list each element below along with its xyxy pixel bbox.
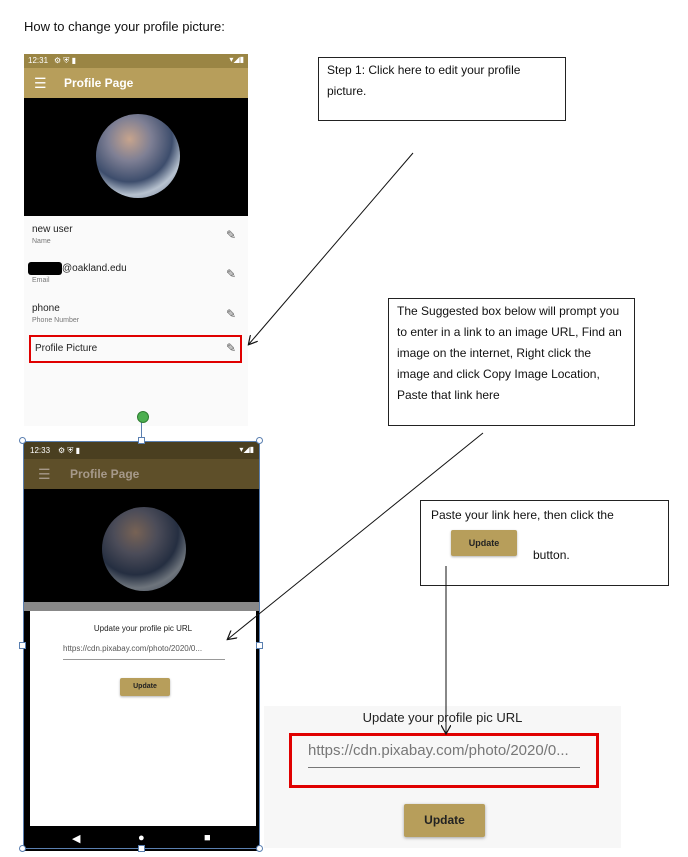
profile-header: [24, 489, 260, 602]
pencil-edit-icon[interactable]: ✎: [226, 267, 236, 281]
callout-step3: Paste your link here, then click the Upd…: [420, 500, 669, 586]
field-label: Phone Number: [32, 317, 80, 324]
callout-step3-text-end: button.: [533, 548, 570, 562]
resize-handle[interactable]: [19, 642, 26, 649]
profile-picture-label: Profile Picture: [35, 343, 98, 354]
field-value: new user: [32, 224, 73, 235]
pencil-edit-icon[interactable]: ✎: [226, 228, 236, 242]
pencil-edit-icon[interactable]: ✎: [226, 307, 236, 321]
url-input[interactable]: https://cdn.pixabay.com/photo/2020/0...: [63, 644, 225, 660]
update-url-sheet: Update your profile pic URL https://cdn.…: [30, 611, 256, 826]
status-icons: ⚙ ⛨ ▮: [54, 56, 77, 65]
callout-step1: Step 1: Click here to edit your profile …: [318, 57, 566, 121]
field-name: new user Name ✎: [32, 220, 242, 256]
resize-handle[interactable]: [138, 437, 145, 444]
status-time: 12:33: [30, 446, 51, 455]
signal-battery-icon: ▾◢▮: [229, 55, 244, 64]
status-time: 12:31: [28, 56, 49, 65]
status-icons: ⚙ ⛨ ▮: [58, 446, 81, 455]
resize-handle[interactable]: [256, 437, 263, 444]
resize-handle[interactable]: [256, 642, 263, 649]
profile-header: [24, 98, 248, 216]
document-title: How to change your profile picture:: [24, 19, 225, 34]
recent-apps-icon[interactable]: ■: [204, 832, 211, 844]
home-icon[interactable]: ●: [138, 832, 145, 844]
signal-battery-icon: ▾◢▮: [239, 445, 254, 454]
app-bar-title: Profile Page: [64, 76, 134, 90]
field-label: Name: [32, 238, 51, 245]
field-label: Email: [32, 277, 50, 284]
callout-step2: The Suggested box below will prompt you …: [388, 298, 635, 426]
redaction-bar: [28, 262, 62, 275]
app-bar: ☰ Profile Page: [24, 459, 260, 489]
profile-picture-row[interactable]: Profile Picture ✎: [29, 335, 242, 363]
resize-handle[interactable]: [19, 845, 26, 852]
update-button-sample: Update: [451, 530, 517, 556]
resize-handle[interactable]: [19, 437, 26, 444]
update-button[interactable]: Update: [120, 678, 170, 696]
field-phone: phone Phone Number ✎: [32, 299, 242, 335]
profile-avatar: [102, 507, 186, 591]
rotate-handle[interactable]: [137, 411, 149, 423]
field-value: @oakland.edu: [62, 263, 127, 274]
divider: [24, 602, 260, 611]
resize-handle[interactable]: [256, 845, 263, 852]
field-value: phone: [32, 303, 60, 314]
dialog-title: Update your profile pic URL: [362, 710, 523, 725]
pencil-edit-icon[interactable]: ✎: [226, 341, 236, 355]
update-button[interactable]: Update: [404, 804, 485, 837]
highlight-box: [289, 733, 599, 788]
dialog-title: Update your profile pic URL: [93, 624, 193, 633]
status-bar: 12:31 ⚙ ⛨ ▮ ▾◢▮: [24, 54, 248, 68]
profile-avatar: [96, 114, 180, 198]
hamburger-menu-icon[interactable]: ☰: [38, 466, 51, 483]
phone-screenshot-profile: 12:31 ⚙ ⛨ ▮ ▾◢▮ ☰ Profile Page new user …: [24, 54, 248, 426]
resize-handle[interactable]: [138, 845, 145, 852]
app-bar: ☰ Profile Page: [24, 68, 248, 98]
callout-step3-text: Paste your link here, then click the: [431, 508, 614, 522]
hamburger-menu-icon[interactable]: ☰: [34, 75, 47, 92]
field-email: @oakland.edu Email ✎: [28, 259, 242, 295]
back-icon[interactable]: ◀: [72, 832, 80, 845]
app-bar-title: Profile Page: [70, 467, 140, 481]
phone-screenshot-update-dialog: 12:33 ⚙ ⛨ ▮ ▾◢▮ ☰ Profile Page Update yo…: [24, 441, 260, 851]
